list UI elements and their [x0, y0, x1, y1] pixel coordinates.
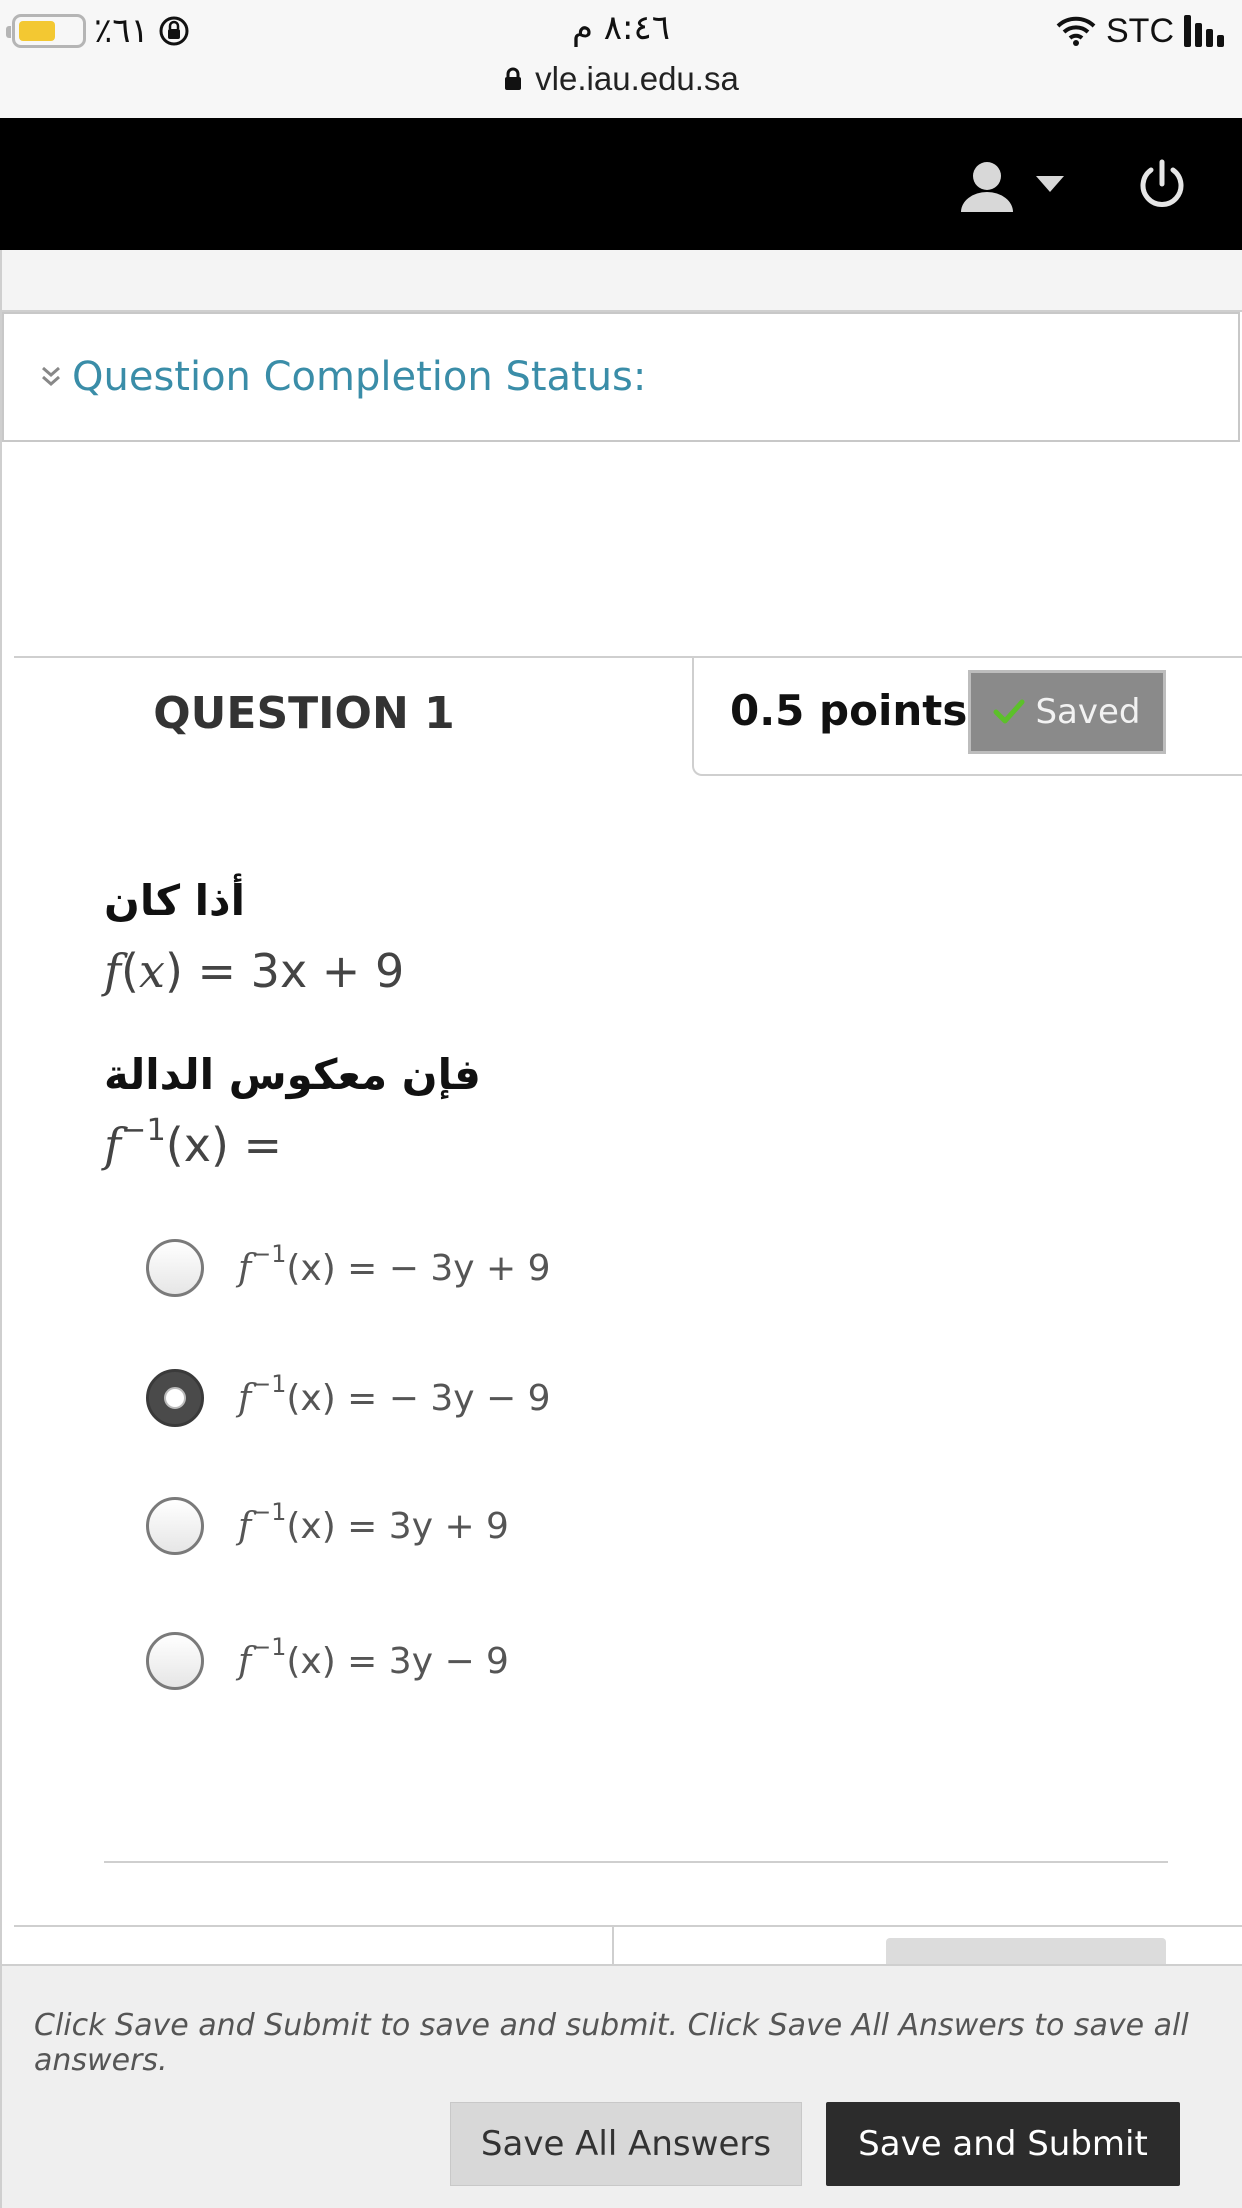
top-navigation [0, 118, 1242, 250]
radio-button[interactable] [146, 1239, 204, 1297]
signal-icon [1184, 15, 1224, 47]
saved-status-badge: Saved [968, 670, 1166, 754]
answer-option[interactable]: f−1(x) = 3y − 9 [146, 1632, 509, 1690]
next-question-divider [14, 1925, 1242, 1927]
option-label: f−1(x) = − 3y + 9 [238, 1239, 551, 1289]
completion-status-toggle[interactable]: Question Completion Status: [2, 312, 1240, 442]
question-title: QUESTION 1 [153, 688, 455, 739]
points-panel: 0.5 points Saved [692, 656, 1242, 776]
save-all-answers-button[interactable]: Save All Answers [450, 2102, 802, 2186]
user-menu-button[interactable] [958, 156, 1064, 214]
option-label: f−1(x) = 3y + 9 [238, 1497, 509, 1547]
inverse-function-prompt: f−1(x) = [104, 1112, 283, 1172]
checkmark-icon [993, 699, 1025, 724]
question-prompt-arabic-1: أذا كان [104, 876, 246, 925]
submit-footer: Click Save and Submit to save and submit… [2, 1964, 1242, 2208]
footer-instructions: Click Save and Submit to save and submit… [34, 2008, 1189, 2078]
user-icon [961, 162, 1013, 212]
question-prompt-arabic-2: فإن معكوس الدالة [104, 1050, 481, 1099]
option-expression: (x) = 3y + 9 [286, 1505, 509, 1547]
saved-label: Saved [1035, 692, 1141, 732]
answer-option[interactable]: f−1(x) = 3y + 9 [146, 1497, 509, 1555]
option-expression: (x) = − 3y + 9 [286, 1247, 551, 1289]
radio-button[interactable] [146, 1632, 204, 1690]
question-points: 0.5 points [730, 686, 968, 735]
inverse-prompt-rhs: (x) = [165, 1118, 283, 1172]
given-function-rhs: = 3x + 9 [197, 944, 405, 998]
carrier-name: STC [1106, 11, 1174, 50]
answer-option[interactable]: f−1(x) = − 3y + 9 [146, 1239, 551, 1297]
status-right: STC [1056, 10, 1224, 52]
header-strip [2, 250, 1242, 312]
logout-button[interactable] [1136, 158, 1188, 214]
question-divider [104, 1861, 1168, 1863]
next-question-column-divider [612, 1925, 614, 1965]
status-bar: ٪٦١ ٨:٤٦ م STC vle.iau.edu.sa [0, 0, 1242, 118]
caret-down-icon [1036, 176, 1064, 192]
url-text: vle.iau.edu.sa [535, 60, 739, 97]
lock-icon [505, 67, 522, 90]
power-icon [1140, 159, 1184, 207]
option-expression: (x) = − 3y − 9 [286, 1377, 551, 1419]
double-chevron-down-icon [42, 366, 60, 386]
save-and-submit-button[interactable]: Save and Submit [826, 2102, 1180, 2186]
given-function: f(x) = 3x + 9 [104, 944, 405, 998]
wifi-icon [1056, 16, 1096, 46]
question-header-divider [14, 656, 694, 658]
url-bar[interactable]: vle.iau.edu.sa [0, 60, 1242, 98]
radio-button[interactable] [146, 1497, 204, 1555]
option-expression: (x) = 3y − 9 [286, 1640, 509, 1682]
radio-button-selected[interactable] [146, 1369, 204, 1427]
completion-status-label: Question Completion Status: [72, 354, 647, 400]
option-label: f−1(x) = 3y − 9 [238, 1632, 509, 1682]
option-label: f−1(x) = − 3y − 9 [238, 1369, 551, 1419]
content-border [0, 250, 2, 2208]
answer-option[interactable]: f−1(x) = − 3y − 9 [146, 1369, 551, 1427]
